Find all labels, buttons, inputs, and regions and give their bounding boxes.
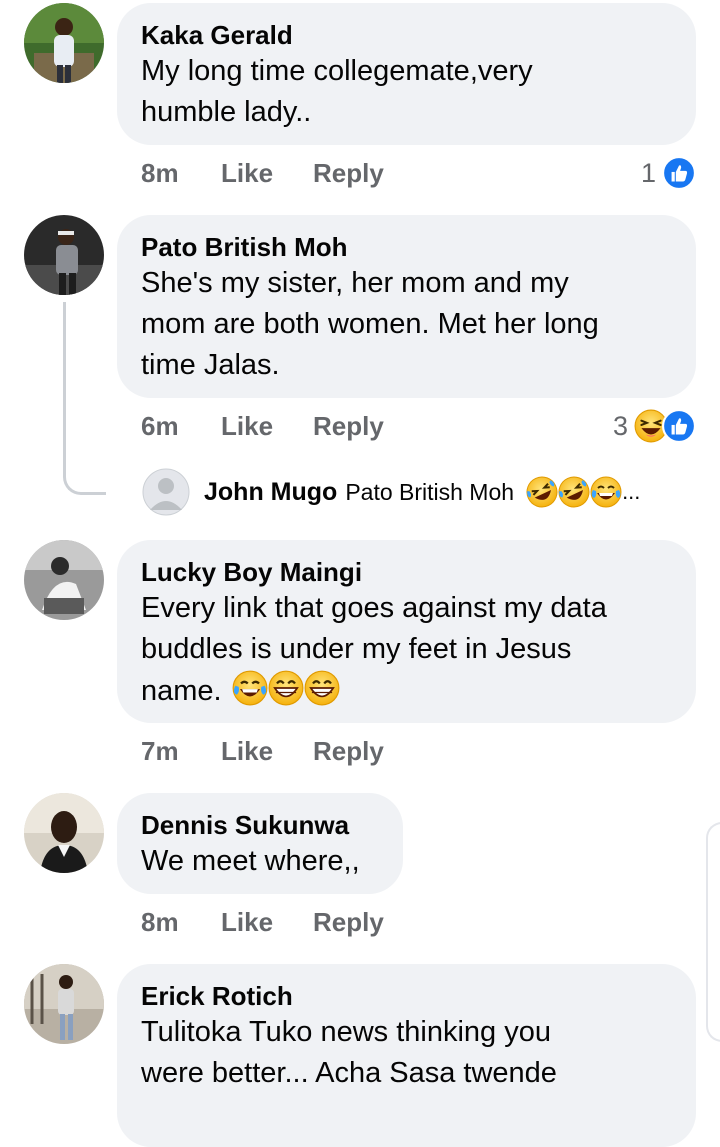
- avatar[interactable]: [24, 964, 104, 1044]
- reply-button[interactable]: Reply: [313, 158, 384, 189]
- reaction-count: 1: [640, 157, 656, 188]
- commenter-name[interactable]: Erick Rotich: [141, 980, 672, 1012]
- tears-of-joy-emoji-icon: [590, 476, 623, 508]
- reply-emoji-group: ...: [526, 476, 640, 508]
- floating-panel-edge[interactable]: [706, 822, 720, 1042]
- avatar[interactable]: [24, 540, 104, 620]
- rolling-laughing-emoji-icon: [526, 476, 559, 508]
- reply-author-name[interactable]: John Mugo: [204, 478, 337, 507]
- comment-bubble: Kaka Gerald My long time collegemate,ver…: [117, 3, 696, 145]
- rolling-laughing-emoji-icon: [558, 476, 591, 508]
- commenter-name[interactable]: Lucky Boy Maingi: [141, 556, 672, 588]
- comment-emoji-group: [231, 670, 340, 718]
- comment-actions: 7m Like Reply: [141, 731, 384, 771]
- tears-of-joy-emoji-icon: [231, 670, 268, 706]
- avatar[interactable]: [24, 3, 104, 83]
- like-button[interactable]: Like: [221, 907, 313, 938]
- comment-text: Tulitoka Tuko news thinking you were bet…: [141, 1016, 557, 1089]
- like-thumb-icon: [662, 409, 696, 443]
- comment-bubble: Pato British Moh She's my sister, her mo…: [117, 215, 696, 398]
- reply-button[interactable]: Reply: [313, 411, 384, 442]
- comment-time[interactable]: 8m: [141, 158, 221, 189]
- like-button[interactable]: Like: [221, 411, 313, 442]
- commenter-name[interactable]: Kaka Gerald: [141, 19, 672, 51]
- comment-bubble: Erick Rotich Tulitoka Tuko news thinking…: [117, 964, 696, 1147]
- comment-time[interactable]: 7m: [141, 736, 221, 767]
- reply-button[interactable]: Reply: [313, 736, 384, 767]
- avatar[interactable]: [142, 468, 190, 516]
- reply-ellipsis: ...: [622, 479, 641, 504]
- reply-thread-line: [63, 302, 106, 495]
- commenter-name[interactable]: Dennis Sukunwa: [141, 809, 379, 841]
- grinning-emoji-icon: [303, 670, 340, 706]
- avatar[interactable]: [24, 215, 104, 295]
- comment-actions: 8m Like Reply: [141, 153, 384, 193]
- comment-bubble: Dennis Sukunwa We meet where,,: [117, 793, 403, 894]
- like-thumb-icon: [662, 156, 696, 190]
- comment-time[interactable]: 8m: [141, 907, 221, 938]
- reaction-count: 3: [612, 410, 628, 441]
- comment-actions: 6m Like Reply: [141, 406, 384, 446]
- comment-time[interactable]: 6m: [141, 411, 221, 442]
- comment-actions: 8m Like Reply: [141, 902, 384, 942]
- comment-bubble: Lucky Boy Maingi Every link that goes ag…: [117, 540, 696, 723]
- reply-mention: Pato British Moh: [345, 478, 515, 505]
- comment-text: Every link that goes against my data bud…: [141, 588, 672, 718]
- comment-text: My long time collegemate,very humble lad…: [141, 55, 533, 128]
- like-button[interactable]: Like: [221, 736, 313, 767]
- grinning-emoji-icon: [267, 670, 304, 706]
- comment-text-body: Every link that goes against my data bud…: [141, 592, 607, 707]
- like-button[interactable]: Like: [221, 158, 313, 189]
- commenter-name[interactable]: Pato British Moh: [141, 231, 672, 263]
- reply-button[interactable]: Reply: [313, 907, 384, 938]
- reaction-summary[interactable]: 3: [613, 406, 696, 446]
- comment-text: We meet where,,: [141, 845, 360, 877]
- reaction-summary[interactable]: 1: [641, 153, 696, 193]
- avatar[interactable]: [24, 793, 104, 873]
- comment-text: She's my sister, her mom and my mom are …: [141, 267, 599, 381]
- reply-preview[interactable]: John Mugo Pato British Moh ...: [142, 468, 640, 516]
